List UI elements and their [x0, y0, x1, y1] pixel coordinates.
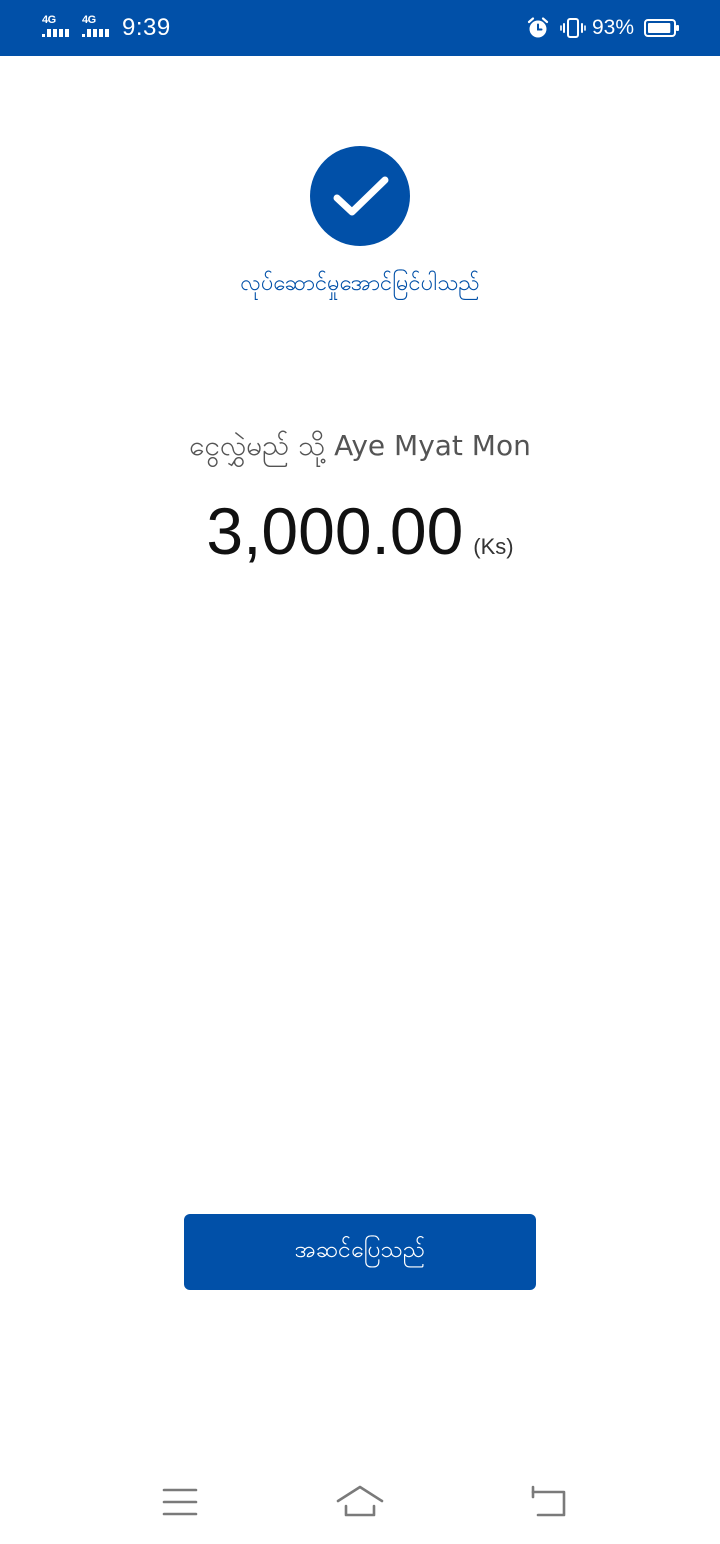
- status-bar-left: 4G 4G 9:39: [42, 0, 171, 56]
- battery-percentage: 93%: [591, 16, 634, 39]
- amount-row: 3,000.00 (Ks): [0, 492, 720, 570]
- status-time: 9:39: [122, 14, 171, 41]
- menu-button[interactable]: [155, 1478, 205, 1528]
- success-message: လုပ်ဆောင်မှုအောင်မြင်ပါသည်: [240, 271, 480, 296]
- network-indicator-1: 4G: [42, 13, 76, 43]
- close-button[interactable]: အဆင်ပြေသည်: [184, 1214, 536, 1290]
- success-checkmark-badge: [310, 146, 410, 246]
- battery-icon: [644, 19, 679, 37]
- signal-icon: [42, 29, 69, 37]
- network-type-label: 4G: [82, 14, 96, 26]
- checkmark-icon: [333, 176, 389, 216]
- transfer-amount: 3,000.00: [206, 494, 464, 568]
- status-bar-right: 93%: [526, 0, 680, 56]
- menu-icon: [162, 1488, 198, 1516]
- network-type-label: 4G: [42, 14, 56, 26]
- close-button-label: အဆင်ပြေသည်: [294, 1237, 426, 1263]
- vibrate-icon: [560, 18, 586, 38]
- home-icon: [336, 1485, 384, 1517]
- currency-label: (Ks): [473, 534, 514, 559]
- recipient-line: ငွေလွှဲမည် သို့ Aye Myat Mon: [189, 429, 531, 462]
- back-icon: [531, 1485, 566, 1517]
- home-button[interactable]: [335, 1478, 385, 1528]
- signal-icon: [82, 29, 109, 37]
- system-nav-bar: [0, 1460, 720, 1544]
- alarm-icon: [527, 17, 549, 38]
- back-button[interactable]: [524, 1478, 574, 1528]
- status-bar: 4G 4G 9:39 93%: [0, 0, 720, 56]
- network-indicator-2: 4G: [82, 13, 116, 43]
